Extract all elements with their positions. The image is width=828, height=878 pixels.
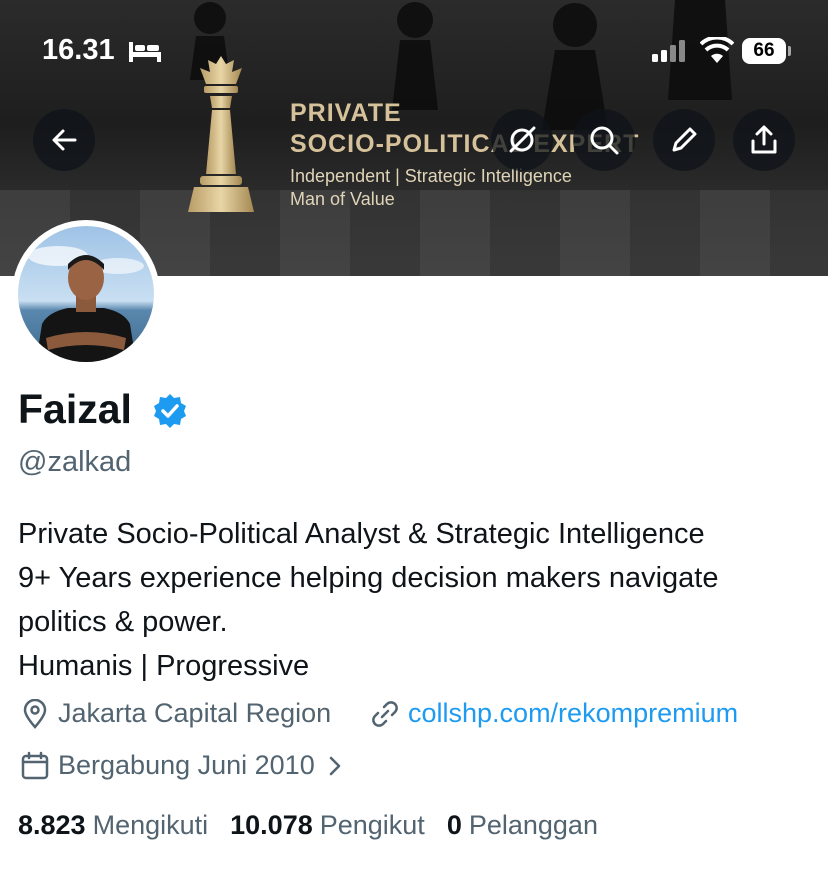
edit-icon — [672, 127, 697, 152]
following-label: Mengikuti — [92, 810, 209, 840]
location-text: Jakarta Capital Region — [58, 698, 332, 728]
subscribers-count: 0 — [446, 810, 462, 840]
grok-icon — [509, 126, 536, 153]
bio-line: 9+ Years experience helping decision mak… — [18, 562, 719, 594]
back-icon — [52, 129, 77, 151]
followers-count: 10.078 — [230, 810, 313, 840]
profile-handle: @zalkad — [18, 446, 132, 478]
banner-subtitle-line: Man of Value — [290, 189, 395, 209]
avatar-photo — [18, 226, 154, 362]
followers-label: Pengikut — [319, 810, 425, 840]
bio-line: Humanis | Progressive — [18, 650, 310, 682]
edit-button[interactable] — [653, 109, 715, 171]
bio-line: politics & power. — [18, 606, 228, 638]
chevron-right-icon — [329, 756, 340, 775]
website-link[interactable]: collshp.com/rekompremium — [408, 698, 738, 729]
avatar[interactable] — [12, 220, 160, 368]
joined-text: Bergabung Juni 2010 — [58, 750, 315, 780]
sleep-focus-icon — [129, 42, 161, 62]
avatar-person-illustration — [28, 246, 144, 362]
bio-line: Private Socio-Political Analyst & Strate… — [18, 518, 705, 550]
share-icon — [751, 125, 777, 154]
calendar-icon — [21, 751, 49, 779]
profile-location: Jakarta Capital Region — [20, 698, 331, 729]
cellular-signal-icon — [652, 40, 685, 62]
location-pin-icon — [23, 698, 47, 729]
share-button[interactable] — [733, 109, 795, 171]
verified-badge-icon[interactable] — [152, 393, 188, 429]
link-icon — [372, 700, 398, 727]
profile-name: Faizal — [18, 386, 132, 432]
profile-website[interactable]: collshp.com/rekompremium — [370, 698, 738, 729]
queen-chess-piece-icon — [188, 56, 254, 212]
back-button[interactable] — [33, 109, 95, 171]
grok-button[interactable] — [491, 109, 553, 171]
following-count: 8.823 — [18, 810, 86, 840]
followers-stat[interactable]: 10.078 Pengikut — [230, 810, 425, 841]
search-button[interactable] — [573, 109, 635, 171]
profile-joined[interactable]: Bergabung Juni 2010 — [20, 750, 355, 781]
status-bar: 16.31 66 — [0, 30, 828, 74]
following-stat[interactable]: 8.823 Mengikuti — [18, 810, 208, 841]
search-icon — [590, 126, 619, 155]
banner-subtitle: Independent | Strategic Intelligence Man… — [290, 165, 572, 211]
battery-indicator: 66 — [742, 38, 786, 64]
battery-tip — [788, 46, 791, 56]
profile-stats: 8.823 Mengikuti 10.078 Pengikut 0 Pelanggan — [18, 810, 620, 841]
subscribers-label: Pelanggan — [468, 810, 598, 840]
wifi-icon — [700, 37, 734, 63]
subscribers-stat[interactable]: 0 Pelanggan — [447, 810, 598, 841]
profile-bio: Private Socio-Political Analyst & Strate… — [18, 512, 818, 688]
clock: 16.31 — [42, 34, 115, 66]
